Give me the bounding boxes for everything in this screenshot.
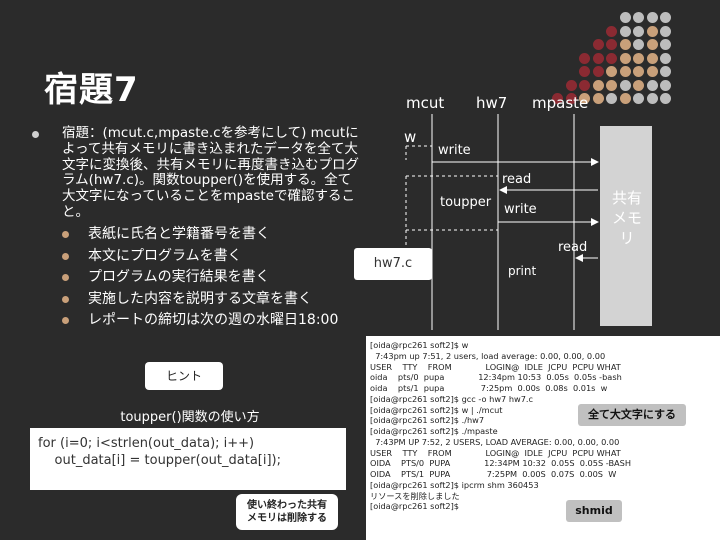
terminal-line: oida pts/0 pupa 12:34pm 10:53 0.05s 0.05…	[370, 372, 622, 383]
terminal-line: 7:43pm up 7:51, 2 users, load average: 0…	[370, 350, 606, 361]
read-label: read	[558, 240, 588, 255]
mcut-label: mcut	[406, 94, 445, 112]
slide: 宿題7 宿題：(mcut.c,mpaste.cを参考にして) mcutによって共…	[0, 0, 720, 540]
mpaste-label: mpaste	[532, 94, 589, 112]
terminal-line: [oida@rpc261 soft2]$ gcc -o hw7 hw7.c	[370, 393, 534, 404]
terminal-line: 7:43PM UP 7:52, 2 USERS, LOAD AVERAGE: 0…	[370, 436, 620, 447]
read-label: read	[502, 172, 532, 187]
hw7c-label: hw7.c	[354, 248, 432, 280]
terminal-line: OIDA PTS/0 PUPA 12:34PM 10:32 0.05S 0.05…	[370, 458, 632, 469]
terminal-line: USER TTY FROM LOGIN@ IDLE JCPU PCPU WHAT	[370, 447, 621, 458]
terminal-line: USER TTY FROM LOGIN@ IDLE JCPU PCPU WHAT	[370, 361, 621, 372]
toupper-label: toupper	[440, 195, 492, 210]
hw7-label: hw7	[476, 94, 508, 112]
terminal-line: [oida@rpc261 soft2]$	[370, 501, 460, 512]
shmid-callout: shmid	[566, 500, 622, 522]
shared-memory-label-line: 共有	[611, 189, 642, 207]
terminal-line: [oida@rpc261 soft2]$ ipcrm shm 360453	[370, 479, 539, 490]
terminal-line: リソースを削除しました	[370, 490, 460, 501]
terminal-line: oida pts/1 pupa 7:25pm 0.00s 0.08s 0.01s…	[370, 383, 608, 393]
terminal-line: OIDA PTS/1 PUPA 7:25PM 0.00S 0.07S 0.00S…	[370, 469, 617, 479]
terminal-output: [oida@rpc261 soft2]$ w 7:43pm up 7:51, 2…	[366, 336, 720, 540]
terminal-line: [oida@rpc261 soft2]$ ./mpaste	[370, 426, 498, 436]
write-label: write	[504, 202, 537, 217]
write-label: write	[438, 143, 471, 158]
terminal-line: [oida@rpc261 soft2]$ w	[370, 340, 469, 350]
shared-memory-label-line: メモリ	[611, 209, 642, 247]
shared-memory-label: 共有 メモリ	[606, 188, 648, 248]
uppercase-callout: 全て大文字にする	[578, 404, 686, 426]
print-label: print	[508, 264, 537, 278]
w-label: w	[404, 128, 417, 146]
